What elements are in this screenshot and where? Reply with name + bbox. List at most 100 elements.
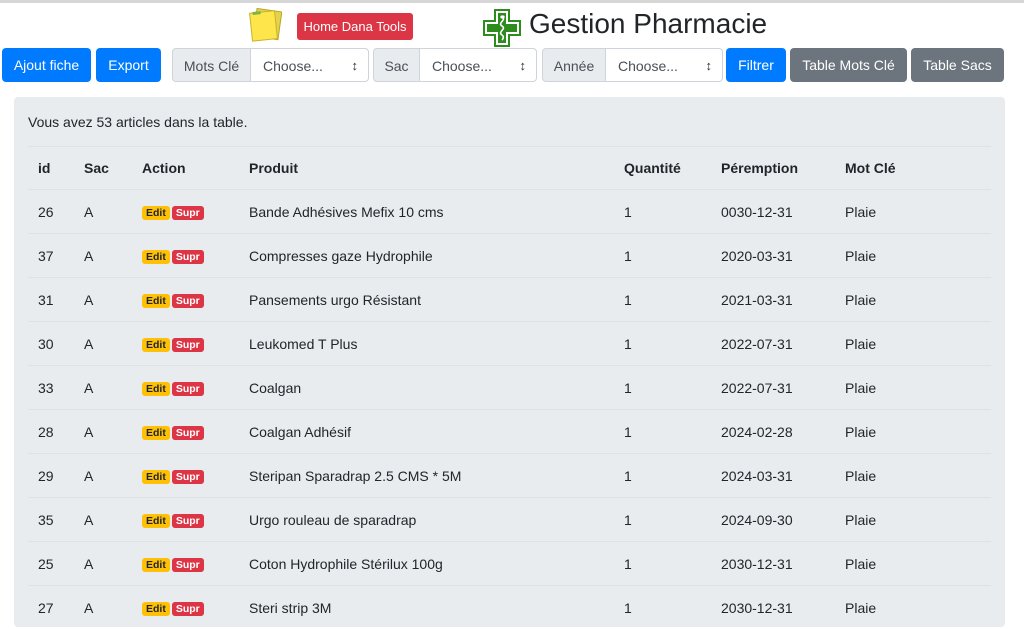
cell-action: EditSupr — [132, 366, 239, 410]
cell-quantite: 1 — [614, 410, 711, 454]
supr-button[interactable]: Supr — [172, 206, 204, 220]
supr-button[interactable]: Supr — [172, 382, 204, 396]
cell-sac: A — [74, 542, 132, 586]
cell-id: 37 — [28, 234, 74, 278]
mots-cle-select-value: Choose... — [263, 58, 323, 74]
edit-button[interactable]: Edit — [142, 558, 170, 572]
supr-button[interactable]: Supr — [172, 426, 204, 440]
cell-quantite: 1 — [614, 190, 711, 234]
cell-id: 25 — [28, 542, 74, 586]
sticky-notes-icon — [248, 8, 282, 42]
cell-id: 29 — [28, 454, 74, 498]
table-row: 37AEditSuprCompresses gaze Hydrophile120… — [28, 234, 991, 278]
cell-mot-cle: Plaie — [835, 454, 991, 498]
cell-sac: A — [74, 454, 132, 498]
cell-produit: Steri strip 3M — [239, 586, 614, 629]
column-header-peremption[interactable]: Péremption — [711, 147, 835, 190]
table-row: 28AEditSuprCoalgan Adhésif12024-02-28Pla… — [28, 410, 991, 454]
column-header-sac[interactable]: Sac — [74, 147, 132, 190]
supr-button[interactable]: Supr — [172, 602, 204, 616]
cell-peremption: 2022-07-31 — [711, 322, 835, 366]
cell-quantite: 1 — [614, 454, 711, 498]
supr-button[interactable]: Supr — [172, 558, 204, 572]
cell-quantite: 1 — [614, 586, 711, 629]
cell-produit: Bande Adhésives Mefix 10 cms — [239, 190, 614, 234]
cell-mot-cle: Plaie — [835, 366, 991, 410]
cell-sac: A — [74, 234, 132, 278]
cell-mot-cle: Plaie — [835, 498, 991, 542]
cell-action: EditSupr — [132, 278, 239, 322]
supr-button[interactable]: Supr — [172, 470, 204, 484]
edit-button[interactable]: Edit — [142, 250, 170, 264]
cell-peremption: 2024-03-31 — [711, 454, 835, 498]
column-header-quantite[interactable]: Quantité — [614, 147, 711, 190]
sac-select[interactable]: Choose... ↕ — [420, 48, 537, 82]
cell-sac: A — [74, 366, 132, 410]
cell-produit: Coton Hydrophile Stérilux 100g — [239, 542, 614, 586]
cell-sac: A — [74, 190, 132, 234]
cell-quantite: 1 — [614, 234, 711, 278]
cell-mot-cle: Plaie — [835, 190, 991, 234]
edit-button[interactable]: Edit — [142, 382, 170, 396]
cell-peremption: 2020-03-31 — [711, 234, 835, 278]
column-header-id[interactable]: id — [28, 147, 74, 190]
column-header-mot-cle[interactable]: Mot Clé — [835, 147, 991, 190]
supr-button[interactable]: Supr — [172, 338, 204, 352]
pharmacy-cross-icon — [483, 9, 521, 47]
edit-button[interactable]: Edit — [142, 338, 170, 352]
cell-action: EditSupr — [132, 498, 239, 542]
annee-label: Année — [542, 48, 606, 82]
cell-quantite: 1 — [614, 498, 711, 542]
edit-button[interactable]: Edit — [142, 294, 170, 308]
cell-peremption: 2024-02-28 — [711, 410, 835, 454]
mots-cle-label: Mots Clé — [172, 48, 251, 82]
cell-peremption: 2024-09-30 — [711, 498, 835, 542]
cell-mot-cle: Plaie — [835, 234, 991, 278]
cell-mot-cle: Plaie — [835, 322, 991, 366]
table-row: 35AEditSuprUrgo rouleau de sparadrap1202… — [28, 498, 991, 542]
table-row: 33AEditSuprCoalgan12022-07-31Plaie — [28, 366, 991, 410]
select-caret-icon: ↕ — [352, 49, 359, 83]
table-sacs-button[interactable]: Table Sacs — [911, 48, 1004, 82]
select-caret-icon: ↕ — [520, 49, 527, 83]
supr-button[interactable]: Supr — [172, 250, 204, 264]
cell-id: 27 — [28, 586, 74, 629]
cell-id: 33 — [28, 366, 74, 410]
home-dana-tools-button[interactable]: Home Dana Tools — [297, 13, 413, 40]
table-row: 30AEditSuprLeukomed T Plus12022-07-31Pla… — [28, 322, 991, 366]
cell-peremption: 2022-07-31 — [711, 366, 835, 410]
cell-action: EditSupr — [132, 234, 239, 278]
toolbar: Ajout fiche Export Mots Clé Choose... ↕ … — [0, 48, 1024, 82]
column-header-produit[interactable]: Produit — [239, 147, 614, 190]
supr-button[interactable]: Supr — [172, 514, 204, 528]
annee-select[interactable]: Choose... ↕ — [606, 48, 723, 82]
annee-select-value: Choose... — [618, 58, 678, 74]
export-button[interactable]: Export — [96, 48, 161, 82]
filtrer-button[interactable]: Filtrer — [726, 48, 786, 82]
cell-mot-cle: Plaie — [835, 410, 991, 454]
mots-cle-select[interactable]: Choose... ↕ — [251, 48, 369, 82]
cell-peremption: 2030-12-31 — [711, 542, 835, 586]
sac-label: Sac — [373, 48, 420, 82]
supr-button[interactable]: Supr — [172, 294, 204, 308]
edit-button[interactable]: Edit — [142, 206, 170, 220]
cell-mot-cle: Plaie — [835, 542, 991, 586]
table-row: 26AEditSuprBande Adhésives Mefix 10 cms1… — [28, 190, 991, 234]
cell-id: 31 — [28, 278, 74, 322]
cell-mot-cle: Plaie — [835, 278, 991, 322]
edit-button[interactable]: Edit — [142, 426, 170, 440]
edit-button[interactable]: Edit — [142, 470, 170, 484]
edit-button[interactable]: Edit — [142, 514, 170, 528]
cell-produit: Coalgan — [239, 366, 614, 410]
cell-sac: A — [74, 322, 132, 366]
ajout-fiche-button[interactable]: Ajout fiche — [2, 48, 91, 82]
cell-sac: A — [74, 586, 132, 629]
select-caret-icon: ↕ — [706, 49, 713, 83]
edit-button[interactable]: Edit — [142, 602, 170, 616]
cell-action: EditSupr — [132, 410, 239, 454]
cell-quantite: 1 — [614, 278, 711, 322]
cell-peremption: 2030-12-31 — [711, 586, 835, 629]
cell-action: EditSupr — [132, 586, 239, 629]
cell-action: EditSupr — [132, 542, 239, 586]
table-mots-cle-button[interactable]: Table Mots Clé — [790, 48, 907, 82]
